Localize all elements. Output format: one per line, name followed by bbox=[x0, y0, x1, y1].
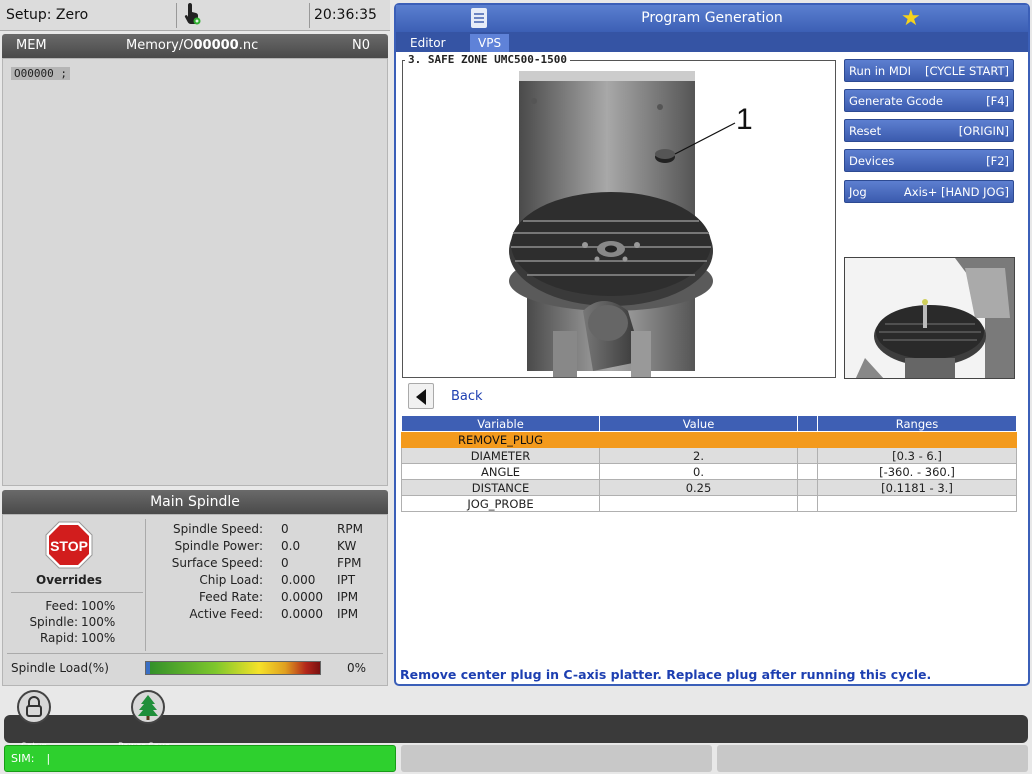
line-number: N0 bbox=[352, 38, 370, 53]
active-feed-row: Active Feed: 0.0000 IPM bbox=[189, 607, 359, 621]
col-ranges: Ranges bbox=[817, 415, 1017, 432]
table-row[interactable]: DIAMETER 2. [0.3 - 6.] bbox=[401, 447, 1017, 464]
spindle-power-row: Spindle Power: 0.0 KW bbox=[174, 539, 357, 553]
spindle-speed-row: Spindle Speed: 0 RPM bbox=[173, 522, 363, 536]
status-bar-right bbox=[717, 745, 1028, 772]
setup-mode-label: Setup: Zero bbox=[6, 7, 89, 23]
illustration-frame: 3. SAFE ZONE UMC500-1500 1 bbox=[402, 53, 836, 378]
devices-button[interactable]: Devices [F2] bbox=[844, 149, 1014, 172]
table-header: Variable Value Ranges bbox=[401, 415, 1017, 432]
chip-load-row: Chip Load: 0.000 IPT bbox=[199, 573, 356, 587]
status-bar-middle bbox=[401, 745, 712, 772]
spindle-load-label: Spindle Load(%) bbox=[11, 661, 109, 675]
program-generation-title: Program Generation ★ bbox=[396, 5, 1028, 32]
spindle-load-fill bbox=[146, 662, 150, 674]
variable-table: Variable Value Ranges REMOVE_PLUG DIAMET… bbox=[401, 415, 1017, 512]
overrides-title: Overrides bbox=[36, 573, 102, 587]
table-row[interactable]: REMOVE_PLUG bbox=[401, 431, 1017, 448]
reset-button[interactable]: Reset [ORIGIN] bbox=[844, 119, 1014, 142]
tree-icon bbox=[131, 690, 165, 724]
table-row[interactable]: ANGLE 0. [-360. - 360.] bbox=[401, 463, 1017, 480]
menu-icon[interactable] bbox=[471, 8, 487, 28]
callout-number: 1 bbox=[736, 103, 753, 136]
program-path: Memory/O00000.nc bbox=[126, 38, 259, 53]
tab-vps[interactable]: VPS bbox=[470, 34, 510, 52]
clock: 20:36:35 bbox=[314, 7, 377, 23]
table-row[interactable]: DISTANCE 0.25 [0.1181 - 3.] bbox=[401, 479, 1017, 496]
spindle-load-value: 0% bbox=[347, 661, 367, 675]
spindle-load-bar bbox=[145, 661, 321, 675]
program-generation-window: Program Generation ★ Editor VPS 3. SAFE … bbox=[394, 3, 1030, 686]
tab-bar: Editor VPS bbox=[396, 32, 1028, 52]
col-blank bbox=[797, 415, 818, 432]
back-button[interactable] bbox=[408, 383, 434, 409]
illustration-caption: 3. SAFE ZONE UMC500-1500 bbox=[405, 53, 570, 66]
feed-rate-row: Feed Rate: 0.0000 IPM bbox=[198, 590, 359, 604]
surface-speed-row: Surface Speed: 0 FPM bbox=[171, 556, 362, 570]
favorite-star-icon[interactable]: ★ bbox=[901, 6, 921, 31]
stop-icon[interactable]: STOP bbox=[45, 521, 93, 569]
col-variable: Variable bbox=[401, 415, 600, 432]
table-row[interactable]: JOG_PROBE bbox=[401, 495, 1017, 512]
spindle-header: Main Spindle bbox=[2, 490, 388, 514]
program-editor[interactable]: O00000 ; bbox=[2, 58, 388, 486]
generate-gcode-button[interactable]: Generate Gcode [F4] bbox=[844, 89, 1014, 112]
device-label: MEM bbox=[16, 38, 47, 53]
jog-button[interactable]: Jog Axis+ [HAND JOG] bbox=[844, 180, 1014, 203]
power-save-button[interactable] bbox=[126, 690, 170, 724]
rotary-table-illustration: 1 bbox=[509, 71, 753, 377]
back-link[interactable]: Back bbox=[451, 389, 483, 404]
instruction-note: Remove center plug in C-axis platter. Re… bbox=[400, 667, 932, 682]
tab-editor[interactable]: Editor bbox=[402, 34, 454, 52]
setup-button[interactable] bbox=[12, 690, 56, 724]
program-line[interactable]: O00000 ; bbox=[11, 67, 70, 80]
stop-label: STOP bbox=[50, 538, 88, 554]
lock-icon bbox=[17, 690, 51, 724]
col-value: Value bbox=[599, 415, 798, 432]
touch-enabled-icon[interactable] bbox=[182, 2, 202, 33]
machine-thumbnail bbox=[844, 257, 1015, 379]
spindle-panel: STOP Overrides Feed: 100% Spindle: 100% Ra… bbox=[2, 514, 388, 686]
run-in-mdi-button[interactable]: Run in MDI [CYCLE START] bbox=[844, 59, 1014, 82]
back-arrow-icon bbox=[416, 389, 426, 405]
top-status-bar: Setup: Zero 20:36:35 bbox=[0, 0, 390, 31]
memory-header: MEM Memory/O00000.nc N0 bbox=[2, 34, 388, 58]
sim-status-bar: SIM: | bbox=[4, 745, 396, 772]
